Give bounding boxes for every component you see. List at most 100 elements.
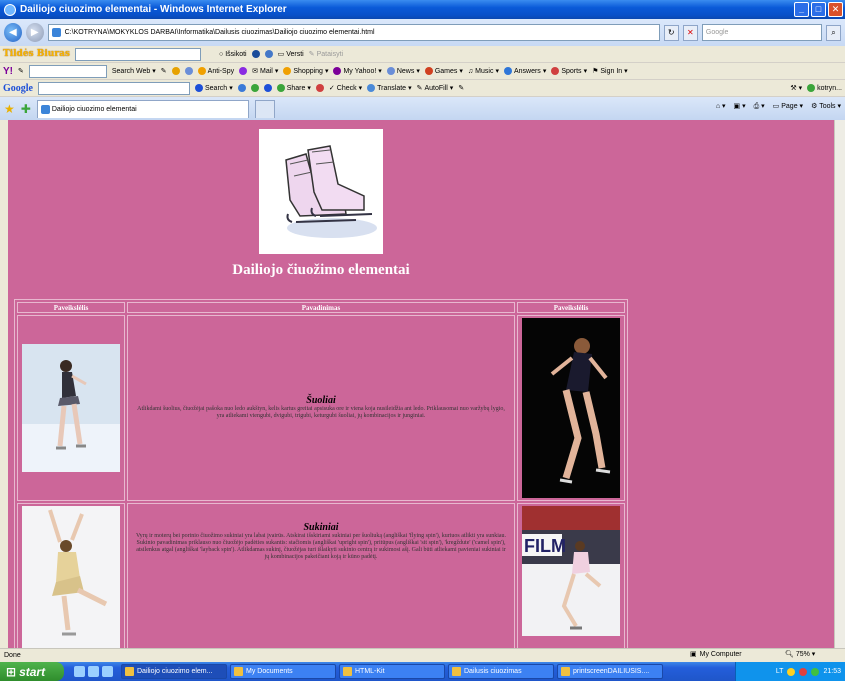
element-description: Vyrų ir moterų bei porinio čiuožimo suki… [135, 533, 507, 560]
home-icon[interactable]: ⌂ ▾ [716, 102, 726, 111]
window-controls: _ □ ✕ [794, 2, 843, 17]
address-bar[interactable]: C:\KOTRYNA\MOKYKLOS DARBAI\Informatika\D… [47, 24, 660, 41]
blocker-icon[interactable] [315, 84, 324, 92]
news-button[interactable]: News ▾ [386, 67, 420, 75]
tab-row: ★ ✚ Dailiojo ciuozimo elementai ⌂ ▾ ▣ ▾ … [0, 97, 845, 120]
print-icon[interactable]: ⎙ ▾ [754, 102, 765, 111]
folder-icon [452, 667, 461, 676]
translate-icon [367, 84, 376, 92]
highlight-icon[interactable] [171, 67, 180, 75]
tilde-translate-button[interactable]: ▭ Versti [278, 50, 304, 59]
shopping-button[interactable]: Shopping ▾ [283, 67, 328, 75]
column-header: Pavadinimas [127, 302, 515, 313]
check-button[interactable]: ✓ Check ▾ [329, 84, 362, 93]
firefox-icon[interactable] [74, 666, 85, 677]
tab-dailiojo[interactable]: Dailiojo ciuozimo elementai [36, 99, 249, 118]
picture-cell: FILM [517, 503, 625, 648]
zoom-control[interactable]: 🔍︎ 75% ▾ [785, 650, 815, 658]
signin-button[interactable]: ⚑ Sign In ▾ [592, 67, 628, 76]
forward-button[interactable]: ▶ [25, 23, 44, 42]
column-header: Paveikslėlis [517, 302, 625, 313]
page-content[interactable]: Dailiojo čiuožimo elementai Paveikslėlis… [8, 120, 834, 648]
popup-icon[interactable] [184, 67, 193, 75]
feeds-icon[interactable]: ▣ ▾ [734, 102, 746, 111]
ie-icon[interactable] [102, 666, 113, 677]
vertical-scrollbar[interactable] [834, 120, 845, 648]
clock[interactable]: 21:53 [823, 668, 841, 675]
news-icon [386, 67, 395, 75]
window-titlebar[interactable]: Dailiojo ciuozimo elementai - Windows In… [0, 0, 845, 19]
my-yahoo-button[interactable]: My Yahoo! ▾ [333, 67, 382, 75]
puzzle-icon[interactable] [250, 84, 259, 92]
search-input[interactable]: Google [701, 24, 822, 41]
circle-icon[interactable] [263, 84, 272, 92]
close-button[interactable]: ✕ [828, 2, 843, 17]
globe-icon[interactable] [251, 50, 260, 58]
back-button[interactable]: ◀ [4, 23, 22, 42]
name-cell: Sukiniai Vyrų ir moterų bei porinio čiuo… [127, 503, 515, 648]
globe-icon[interactable] [237, 84, 246, 92]
task-dailusis-folder[interactable]: Dailusis ciuozimas [448, 664, 554, 679]
share-icon [276, 84, 285, 92]
banner-text: FILM [524, 536, 566, 556]
music-button[interactable]: ♫ Music ▾ [468, 67, 499, 76]
page-icon: ▭ [772, 103, 780, 110]
page-menu[interactable]: ▭ Page ▾ [773, 102, 803, 111]
skater-photo [22, 506, 120, 648]
mail-icon: ✉ [252, 68, 258, 75]
pencil-icon[interactable]: ✎ [18, 67, 24, 75]
tools-menu[interactable]: ⚙ Tools ▾ [811, 102, 841, 111]
add-favorites-icon[interactable]: ✚ [21, 102, 31, 116]
favorites-star-icon[interactable]: ★ [4, 102, 15, 116]
tilde-input[interactable] [74, 47, 201, 61]
task-my-documents[interactable]: My Documents [230, 664, 336, 679]
book-icon[interactable] [264, 50, 273, 58]
windows-logo-icon: ⊞ [6, 664, 17, 679]
stop-icon[interactable]: ✕ [682, 24, 698, 41]
gear-icon: ⚙ [811, 103, 818, 110]
user-button[interactable]: kotryn... [807, 84, 842, 92]
share-button[interactable]: Share ▾ [276, 84, 311, 92]
translate-button[interactable]: Translate ▾ [367, 84, 412, 92]
picture-cell [17, 315, 125, 501]
tray-icon[interactable] [787, 667, 796, 676]
pencil-icon[interactable]: ✎ [458, 84, 464, 92]
tray-icon[interactable] [811, 667, 820, 676]
new-tab-button[interactable] [254, 99, 275, 118]
antispy-button[interactable]: Anti-Spy [197, 67, 234, 75]
search-icon[interactable]: ⌕ [825, 24, 841, 41]
element-description: Atlikdami šuolius, čiuožėjai pašoka nuo … [137, 405, 505, 419]
wrench-icon[interactable]: ⚒ ▾ [790, 84, 802, 92]
outlook-icon[interactable] [88, 666, 99, 677]
tilde-correct-button[interactable]: ✎ Pataisyti [309, 50, 343, 59]
mail-button[interactable]: ✉ Mail ▾ [252, 67, 278, 76]
task-ie-window[interactable]: Dailiojo ciuozimo elem... [121, 664, 227, 679]
search-web-button[interactable]: Search Web ▾ [112, 67, 156, 76]
answers-icon [503, 67, 512, 75]
tray-icon[interactable] [799, 667, 808, 676]
pencil-icon[interactable]: ✎ [161, 67, 167, 75]
shield-icon [197, 67, 206, 75]
google-logo[interactable]: Google [3, 83, 33, 94]
task-printscreen[interactable]: printscreenDAILIUSIS.... [557, 664, 663, 679]
yahoo-logo-icon[interactable]: Y! [3, 66, 13, 77]
tilde-brand[interactable]: Tildės Biuras [3, 49, 70, 59]
sports-button[interactable]: Sports ▾ [551, 67, 587, 75]
start-button[interactable]: ⊞ start [0, 662, 64, 681]
task-html-kit[interactable]: HTML-Kit [339, 664, 445, 679]
games-button[interactable]: Games ▾ [424, 67, 463, 75]
elements-table: Paveikslėlis Pavadinimas Paveikslėlis Šu… [14, 299, 628, 648]
google-search-input[interactable] [38, 81, 190, 95]
maximize-button[interactable]: □ [811, 2, 826, 17]
autofill-button[interactable]: ✎ AutoFill ▾ [416, 84, 454, 93]
yahoo-search-input[interactable] [28, 64, 107, 78]
yahoo-icon[interactable] [239, 67, 248, 75]
pencil-icon: ✎ [416, 85, 423, 92]
computer-icon: ▣ [690, 651, 697, 658]
answers-button[interactable]: Answers ▾ [503, 67, 546, 75]
language-indicator[interactable]: LT [776, 668, 784, 675]
minimize-button[interactable]: _ [794, 2, 809, 17]
refresh-icon[interactable]: ↻ [663, 24, 679, 41]
tilde-download-button[interactable]: ○ Išsikoti [219, 51, 247, 58]
google-search-button[interactable]: Search ▾ [195, 84, 233, 92]
